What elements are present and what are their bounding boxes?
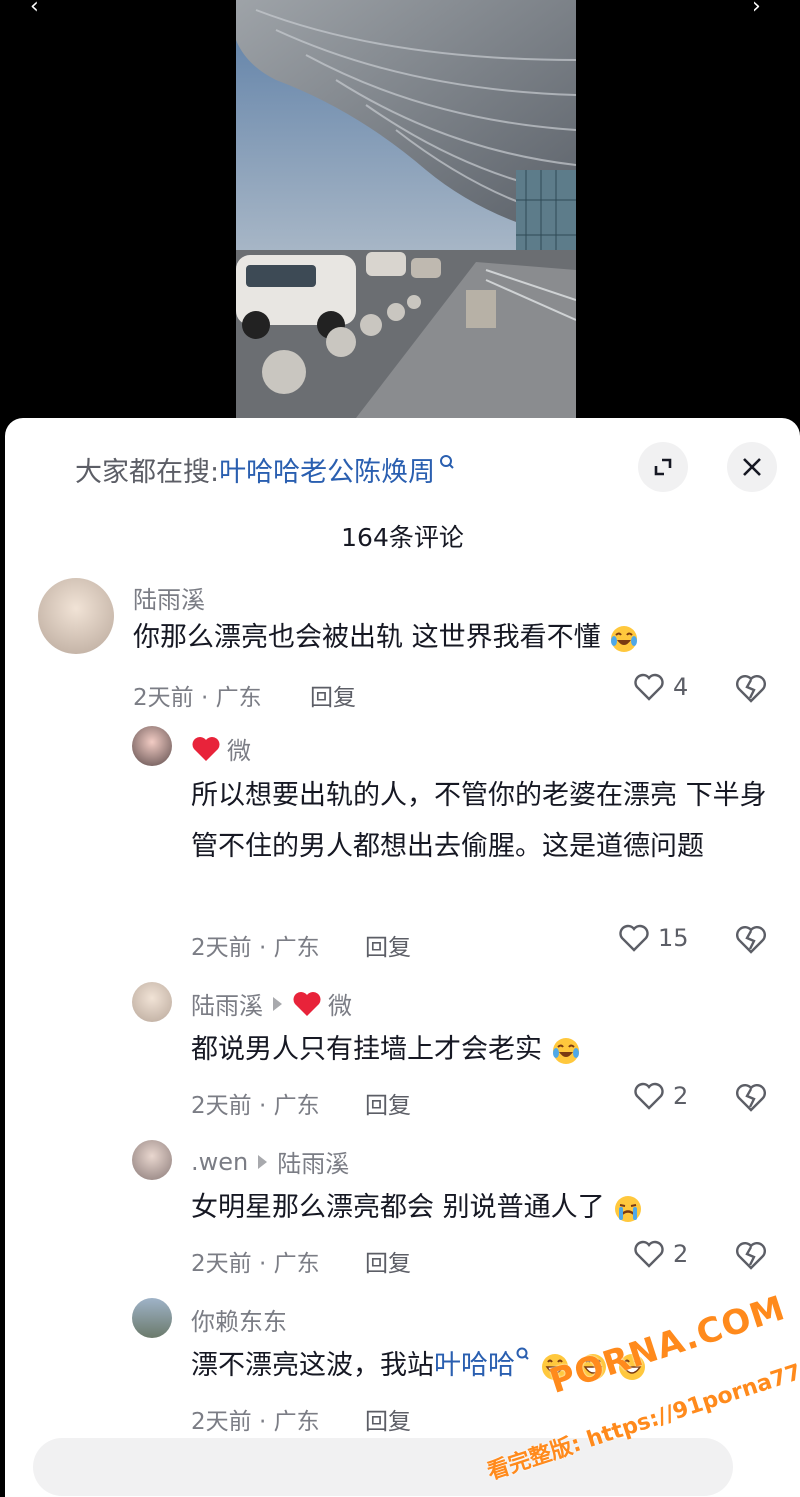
dislike-broken-heart-icon[interactable]: [734, 1239, 768, 1271]
dislike-broken-heart-icon[interactable]: [734, 923, 768, 955]
heart-outline-icon: [634, 1082, 664, 1110]
search-prefix: 大家都在搜:: [75, 457, 220, 488]
laugh-cry-emoji-icon: [552, 1037, 579, 1064]
avatar[interactable]: [132, 1140, 172, 1180]
comment-username[interactable]: .wen 陆雨溪: [191, 1144, 349, 1179]
reply-target: 微: [328, 992, 352, 1020]
like-count: 2: [673, 1240, 689, 1268]
dislike-broken-heart-icon[interactable]: [734, 1081, 768, 1113]
comment-time: 2天前 · 广东: [191, 935, 320, 961]
reply-button[interactable]: 回复: [365, 1244, 411, 1278]
search-keyword[interactable]: 叶哈哈老公陈焕周: [219, 450, 435, 489]
avatar[interactable]: [38, 578, 114, 654]
reply-button[interactable]: 回复: [365, 928, 411, 962]
expand-icon: [654, 458, 672, 476]
comment-text: 所以想要出轨的人，不管你的老婆在漂亮 下半身管不住的男人都想出去偷腥。这是道德问…: [191, 780, 767, 862]
crying-emoji-icon: [615, 1195, 642, 1222]
mention-link[interactable]: 叶哈哈: [434, 1350, 515, 1381]
comment-text-body: 女明星那么漂亮都会 别说普通人了: [191, 1192, 605, 1223]
red-heart-icon: [293, 991, 321, 1016]
like-count: 4: [673, 673, 689, 701]
like-count: 15: [658, 924, 689, 952]
username-text: 陆雨溪: [191, 992, 263, 1020]
comment-username[interactable]: 陆雨溪 微: [191, 986, 352, 1021]
reply-button[interactable]: 回复: [310, 678, 356, 712]
comment-text: 都说男人只有挂墙上才会老实: [191, 1024, 781, 1075]
airport-scene-image: [236, 0, 576, 418]
reply-target: 陆雨溪: [277, 1150, 350, 1178]
comment-count: 164条评论: [341, 523, 464, 552]
comment-text-body: 漂不漂亮这波，我站: [191, 1350, 434, 1381]
avatar[interactable]: [132, 982, 172, 1022]
back-chevron-icon[interactable]: ‹: [30, 0, 39, 19]
close-button[interactable]: [727, 442, 777, 492]
heart-outline-icon: [634, 1240, 664, 1268]
close-icon: [743, 458, 761, 476]
comment-text-body: 你那么漂亮也会被出轨 这世界我看不懂: [133, 622, 601, 653]
comment-time: 2天前 · 广东: [191, 1093, 320, 1119]
reply-arrow-icon: [273, 996, 282, 1011]
like-count: 2: [673, 1082, 689, 1110]
comment-time: 2天前 · 广东: [191, 1251, 320, 1277]
dislike-broken-heart-icon[interactable]: [734, 672, 768, 704]
username-text: .wen: [191, 1147, 249, 1176]
search-icon: [516, 1347, 529, 1360]
comment-username[interactable]: 你赖东东: [191, 1302, 287, 1337]
like-button[interactable]: 2: [633, 1081, 688, 1111]
comment-time: 2天前 · 广东: [191, 1409, 320, 1435]
reply-arrow-icon: [258, 1154, 268, 1169]
comment-input[interactable]: [33, 1438, 733, 1496]
heart-outline-icon: [634, 673, 664, 701]
comment-text: 你那么漂亮也会被出轨 这世界我看不懂: [133, 612, 753, 663]
heart-outline-icon: [619, 924, 649, 952]
red-heart-icon: [192, 736, 220, 761]
expand-button[interactable]: [638, 442, 688, 492]
more-chevron-icon[interactable]: ›: [752, 0, 761, 19]
video-thumbnail[interactable]: [236, 0, 576, 418]
search-icon: [440, 454, 454, 469]
comment-username[interactable]: 微: [191, 731, 251, 766]
avatar[interactable]: [132, 1298, 172, 1338]
reply-button[interactable]: 回复: [365, 1086, 411, 1120]
comment-username[interactable]: 陆雨溪: [133, 580, 205, 615]
comment-time: 2天前 · 广东: [133, 685, 262, 711]
comment-text: 女明星那么漂亮都会 别说普通人了: [191, 1182, 781, 1233]
search-suggestion[interactable]: 大家都在搜: 叶哈哈老公陈焕周: [75, 450, 456, 489]
avatar[interactable]: [132, 726, 172, 766]
like-button[interactable]: 2: [633, 1239, 688, 1269]
like-button[interactable]: 15: [618, 923, 689, 953]
comment-text-body: 都说男人只有挂墙上才会老实: [191, 1034, 542, 1065]
like-button[interactable]: 4: [633, 672, 688, 702]
laugh-cry-emoji-icon: [611, 625, 638, 652]
username-text: 微: [227, 737, 251, 765]
reply-button[interactable]: 回复: [365, 1402, 411, 1436]
